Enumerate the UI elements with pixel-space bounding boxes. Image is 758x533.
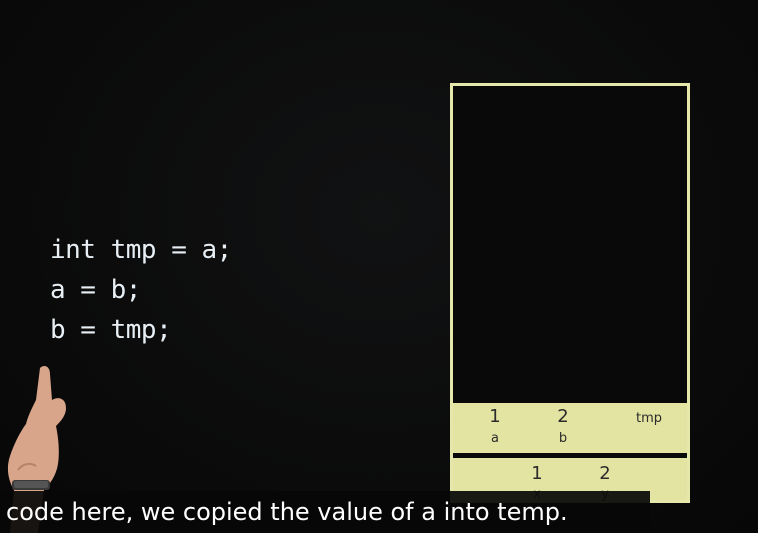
stack-frame-top: 1 a 2 b tmp [453,403,687,453]
cell-value: 1 [489,406,501,427]
cell-label: b [558,431,568,446]
cell-value: 2 [599,463,611,484]
code-line-3: b = tmp; [50,315,172,345]
stack-diagram: 1 a 2 b tmp 1 x 2 y [450,83,690,503]
video-frame: int tmp = a; a = b; b = tmp; 1 a 2 b tmp… [0,0,758,533]
cell-label: a [491,431,499,446]
cell-label: tmp [635,411,662,426]
code-line-2: a = b; [50,275,141,305]
stack-cell-b: 2 b [543,407,583,446]
code-block: int tmp = a; a = b; b = tmp; [50,230,232,350]
cell-value: 2 [557,406,569,427]
code-line-1: int tmp = a; [50,235,232,265]
subtitle-caption: code here, we copied the value of a into… [0,491,650,533]
cell-value: 1 [531,463,543,484]
stack-cell-tmp: tmp [621,407,677,426]
stack-cell-a: 1 a [475,407,515,446]
